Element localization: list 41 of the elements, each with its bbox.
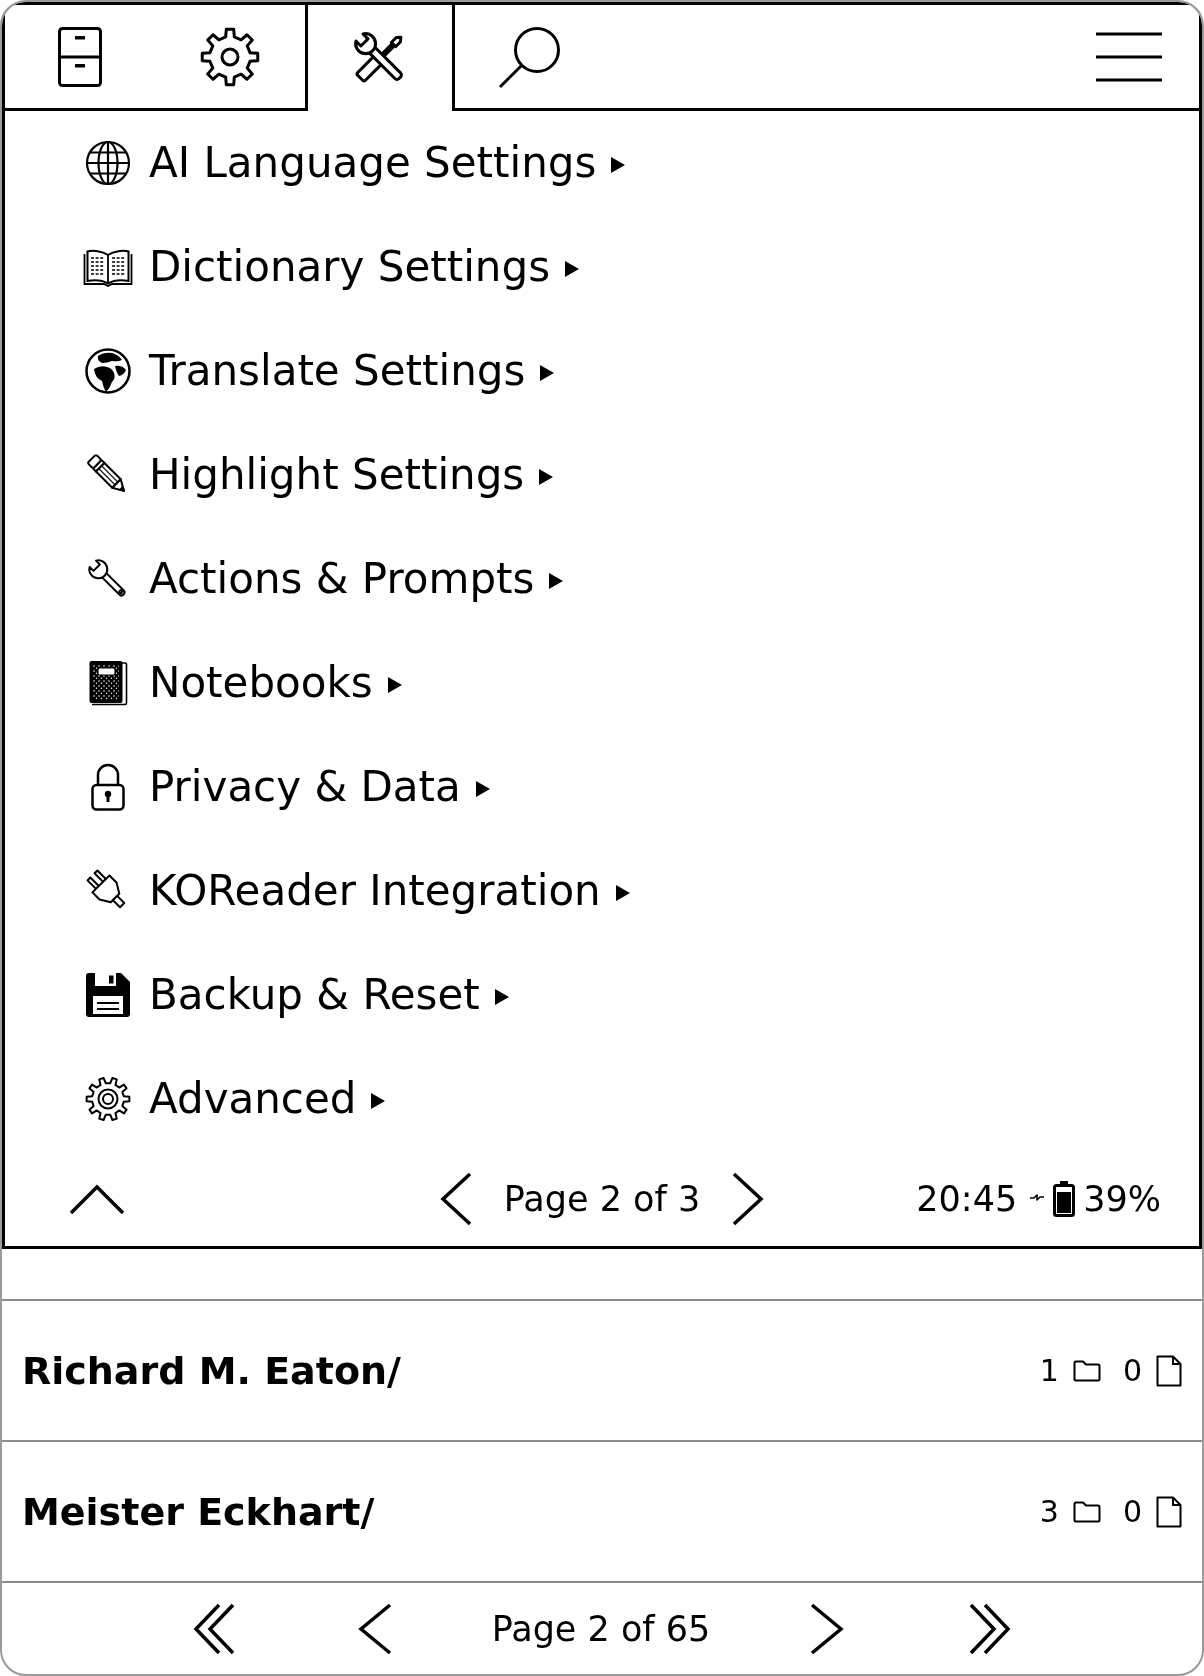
- file-count: 0: [1122, 1353, 1142, 1388]
- battery-percent: 39%: [1083, 1178, 1161, 1219]
- chevron-right-icon[interactable]: [731, 1171, 766, 1226]
- chevron-up-icon[interactable]: [69, 1182, 125, 1215]
- folder-name[interactable]: Richard M. Eaton/: [22, 1348, 401, 1393]
- folder-name[interactable]: Meister Eckhart/: [22, 1489, 375, 1534]
- padlock-icon: [90, 763, 126, 811]
- chevron-left-icon[interactable]: [438, 1171, 473, 1226]
- menu-icon: [1096, 31, 1162, 82]
- gear-icon: [85, 1076, 131, 1122]
- tab[interactable]: [305, 5, 455, 111]
- menu-item[interactable]: Backup & Reset: [83, 969, 509, 1021]
- file-cabinet-icon: [58, 26, 102, 87]
- file-icon: [1156, 1354, 1182, 1387]
- chevron-left-icon[interactable]: [356, 1602, 393, 1655]
- chevron-right-icon[interactable]: [809, 1602, 846, 1655]
- page-indicator: Page 2 of 3: [503, 1178, 701, 1219]
- folder-icon: [1072, 1359, 1101, 1382]
- folder-count: 1: [1039, 1353, 1059, 1388]
- menu-item[interactable]: Translate Settings: [83, 345, 555, 397]
- open-book-icon: [83, 247, 133, 287]
- notebook-icon: [88, 660, 128, 706]
- search-icon: [498, 24, 562, 89]
- clock-time: 20:45: [916, 1178, 1018, 1219]
- folder-count: 3: [1039, 1494, 1059, 1529]
- menu-item[interactable]: Dictionary Settings: [83, 241, 580, 293]
- folder-icon: [1072, 1500, 1101, 1523]
- file-count: 0: [1122, 1494, 1142, 1529]
- file-icon: [1156, 1495, 1182, 1528]
- earth-globe-icon: [85, 348, 131, 394]
- page-indicator: Page 2 of 65: [491, 1608, 711, 1649]
- menu-item[interactable]: Highlight Settings: [83, 449, 554, 501]
- menu-item[interactable]: Actions & Prompts: [83, 553, 564, 605]
- settings-icon: [200, 26, 260, 87]
- battery-icon: [1053, 1180, 1076, 1217]
- menu-item[interactable]: Advanced: [83, 1073, 386, 1125]
- menu-item[interactable]: Notebooks: [83, 657, 402, 709]
- menu-item[interactable]: Privacy & Data: [83, 761, 490, 813]
- menu-item[interactable]: AI Language Settings: [83, 137, 626, 189]
- globe-icon: [85, 140, 131, 186]
- menu-item[interactable]: KOReader Integration: [83, 865, 630, 917]
